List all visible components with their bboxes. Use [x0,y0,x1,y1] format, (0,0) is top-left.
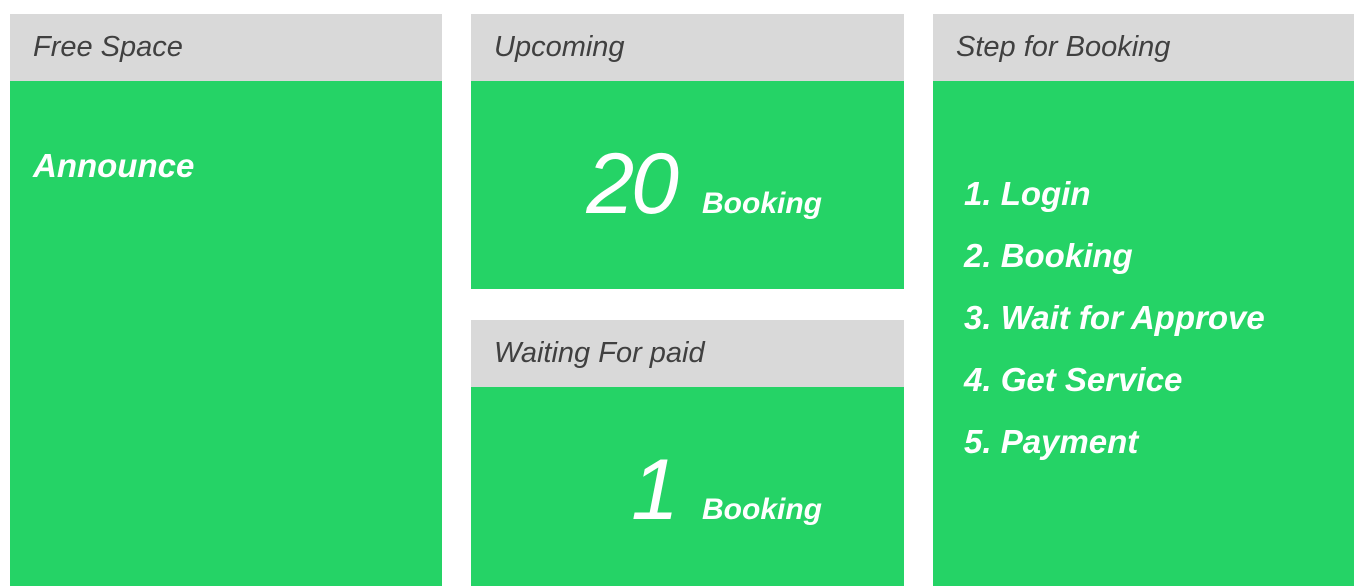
upcoming-count: 20 [586,136,679,232]
waiting-for-paid-panel: Waiting For paid 1 Booking [471,320,904,586]
upcoming-title: Upcoming [494,31,625,63]
upcoming-panel: Upcoming 20 Booking [471,14,904,289]
free-space-panel: Free Space Announce [10,14,442,586]
announce-text: Announce [33,147,195,184]
waiting-title: Waiting For paid [494,337,705,369]
upcoming-header: Upcoming [471,14,904,81]
upcoming-body: 20 Booking [471,81,904,289]
step-item-booking: 2. Booking [964,237,1133,274]
steps-body: 1. Login 2. Booking 3. Wait for Approve … [933,81,1354,586]
step-item-wait-for-approve: 3. Wait for Approve [964,299,1265,336]
waiting-count-group: 1 Booking [631,447,822,533]
step-item-login: 1. Login [964,175,1091,212]
steps-title: Step for Booking [956,31,1171,63]
upcoming-unit: Booking [702,187,822,220]
free-space-header: Free Space [10,14,442,81]
waiting-count: 1 [631,442,679,538]
booking-steps-panel: Step for Booking 1. Login 2. Booking 3. … [933,14,1354,586]
free-space-body: Announce [10,81,442,586]
steps-header: Step for Booking [933,14,1354,81]
waiting-header: Waiting For paid [471,320,904,387]
steps-list: 1. Login 2. Booking 3. Wait for Approve … [964,163,1265,473]
step-item-get-service: 4. Get Service [964,361,1183,398]
dashboard: Free Space Announce Upcoming 20 Booking … [0,0,1354,586]
step-item-payment: 5. Payment [964,423,1139,460]
waiting-unit: Booking [702,493,822,526]
free-space-title: Free Space [33,31,183,63]
waiting-body: 1 Booking [471,387,904,586]
upcoming-count-group: 20 Booking [586,141,822,227]
